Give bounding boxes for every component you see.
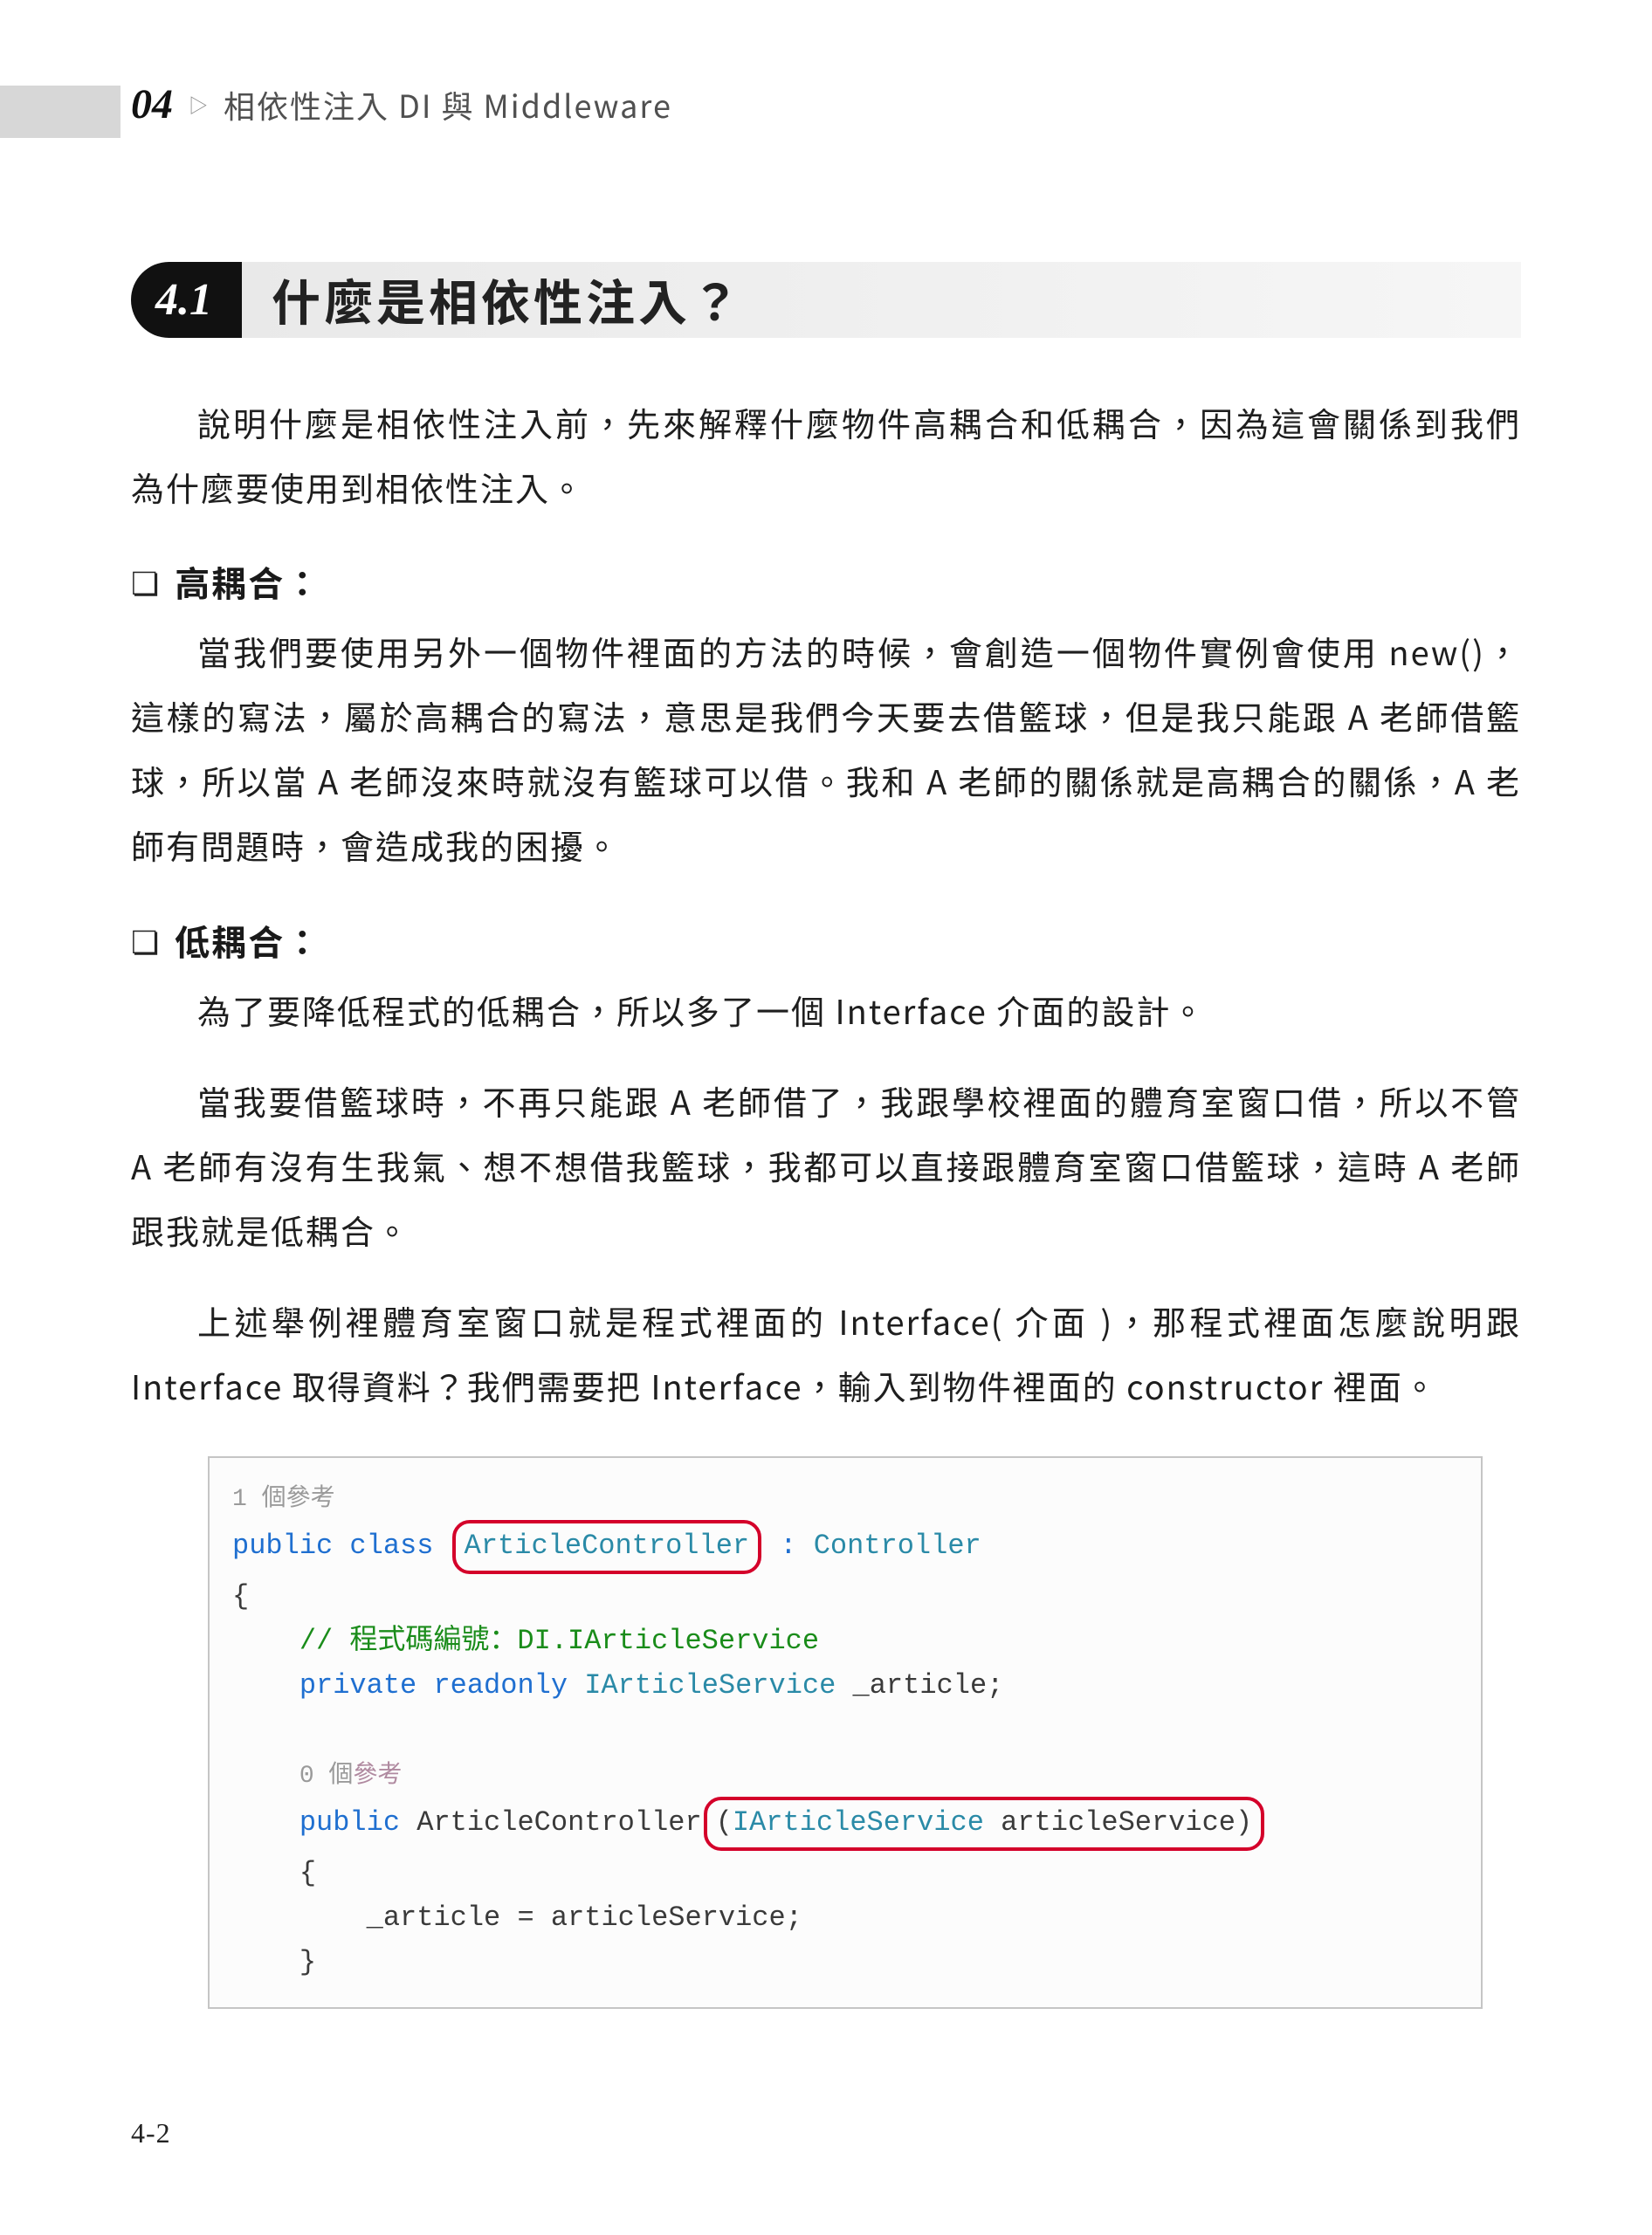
section-title: 什麼是相依性注入？ — [272, 265, 743, 335]
code-reference-count: 1 個參考 — [232, 1486, 335, 1513]
page: 04 ▷ 相依性注入 DI 與 Middleware 4.1 什麼是相依性注入？… — [0, 0, 1652, 2235]
code-line: { — [232, 1851, 1458, 1895]
code-block: 1 個參考 public class ArticleController : C… — [208, 1456, 1483, 2009]
highlight-circle: ArticleController — [452, 1520, 761, 1573]
code-reference-count: 0 個參考 — [299, 1763, 403, 1790]
subheading-high-coupling: ❏ 高耦合： — [131, 556, 1521, 607]
header-accent-bar — [0, 86, 120, 138]
subheading-low-coupling: ❏ 低耦合： — [131, 915, 1521, 966]
section-number-badge: 4.1 — [131, 262, 242, 338]
bullet-square-icon: ❏ — [131, 559, 159, 604]
section-heading: 4.1 什麼是相依性注入？ — [131, 262, 1521, 338]
chapter-number: 04 — [131, 80, 173, 128]
subheading-title: 低耦合： — [175, 915, 321, 966]
code-line: private readonly IArticleService _articl… — [232, 1663, 1458, 1708]
page-number: 4-2 — [131, 2117, 171, 2149]
code-line — [232, 1708, 1458, 1752]
code-line: public ArticleController(IArticleService… — [232, 1797, 1458, 1850]
code-line: { — [232, 1574, 1458, 1619]
intro-paragraph: 說明什麼是相依性注入前，先來解釋什麼物件高耦合和低耦合，因為這會關係到我們為什麼… — [131, 390, 1521, 519]
high-coupling-paragraph: 當我們要使用另外一個物件裡面的方法的時候，會創造一個物件實例會使用 new()，… — [131, 619, 1521, 877]
highlight-circle: (IArticleService articleService) — [704, 1797, 1265, 1850]
code-line: // 程式碼編號：DI.IArticleService — [232, 1619, 1458, 1663]
code-line: public class ArticleController : Control… — [232, 1520, 1458, 1573]
body-content: 說明什麼是相依性注入前，先來解釋什麼物件高耦合和低耦合，因為這會關係到我們為什麼… — [131, 390, 1521, 2009]
chapter-header: 04 ▷ 相依性注入 DI 與 Middleware — [131, 80, 672, 128]
chapter-title: 相依性注入 DI 與 Middleware — [224, 82, 672, 127]
low-coupling-p3: 上述舉例裡體育室窗口就是程式裡面的 Interface( 介面 )，那程式裡面怎… — [131, 1289, 1521, 1418]
bullet-square-icon: ❏ — [131, 918, 159, 963]
triangle-icon: ▷ — [189, 91, 208, 119]
code-line: _article = articleService; — [232, 1895, 1458, 1940]
code-line: } — [232, 1940, 1458, 1984]
section-title-wrap: 什麼是相依性注入？ — [242, 262, 1521, 338]
low-coupling-p1: 為了要降低程式的低耦合，所以多了一個 Interface 介面的設計。 — [131, 978, 1521, 1042]
subheading-title: 高耦合： — [175, 556, 321, 607]
low-coupling-p2: 當我要借籃球時，不再只能跟 A 老師借了，我跟學校裡面的體育室窗口借，所以不管 … — [131, 1069, 1521, 1262]
